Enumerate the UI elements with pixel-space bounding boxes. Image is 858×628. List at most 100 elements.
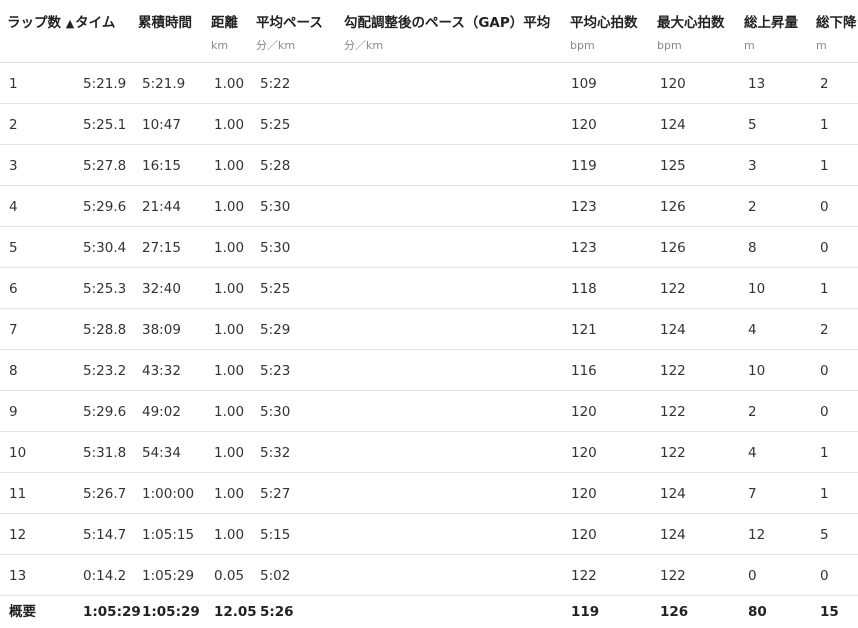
summary-lap-number: 概要 — [9, 604, 36, 620]
cell-lap-time: 5:27.8 — [83, 158, 127, 174]
table-row[interactable]: 12 5:14.7 1:05:15 1.00 5:15 120 124 12 5 — [0, 514, 858, 555]
summary-total-ascent: 80 — [748, 604, 767, 620]
table-row[interactable]: 1 5:21.9 5:21.9 1.00 5:22 109 120 13 2 — [0, 63, 858, 104]
header-time[interactable]: タイム — [75, 15, 115, 31]
table-row[interactable]: 8 5:23.2 43:32 1.00 5:23 116 122 10 0 — [0, 350, 858, 391]
table-row[interactable]: 2 5:25.1 10:47 1.00 5:25 120 124 5 1 — [0, 104, 858, 145]
header-cumulative-time[interactable]: 累積時間 — [138, 14, 192, 32]
cell-total-descent: 0 — [820, 240, 829, 256]
cell-total-ascent: 12 — [748, 527, 766, 543]
cell-cumulative-time: 38:09 — [142, 322, 181, 338]
cell-lap-number: 11 — [9, 486, 27, 502]
cell-total-ascent: 8 — [748, 240, 757, 256]
cell-total-ascent: 3 — [748, 158, 757, 174]
cell-distance: 1.00 — [214, 363, 245, 379]
laps-table: ラップ数 ▲タイム 累積時間 距離 km 平均ペース 分／km 勾配調整後のペー… — [0, 0, 858, 628]
cell-lap-time: 5:21.9 — [83, 76, 127, 92]
table-row[interactable]: 11 5:26.7 1:00:00 1.00 5:27 120 124 7 1 — [0, 473, 858, 514]
cell-cumulative-time: 10:47 — [142, 117, 181, 133]
cell-total-ascent: 4 — [748, 445, 757, 461]
header-avg-heart-rate[interactable]: 平均心拍数 bpm — [570, 14, 638, 52]
cell-distance: 1.00 — [214, 445, 245, 461]
cell-avg-heart-rate: 118 — [571, 281, 597, 297]
table-row[interactable]: 5 5:30.4 27:15 1.00 5:30 123 126 8 0 — [0, 227, 858, 268]
cell-lap-number: 3 — [9, 158, 18, 174]
cell-avg-heart-rate: 120 — [571, 117, 597, 133]
cell-lap-number: 4 — [9, 199, 18, 215]
header-lap-and-time[interactable]: ラップ数 ▲タイム — [7, 14, 115, 33]
cell-cumulative-time: 27:15 — [142, 240, 181, 256]
cell-distance: 1.00 — [214, 281, 245, 297]
table-row[interactable]: 13 0:14.2 1:05:29 0.05 5:02 122 122 0 0 — [0, 555, 858, 596]
table-header: ラップ数 ▲タイム 累積時間 距離 km 平均ペース 分／km 勾配調整後のペー… — [0, 0, 858, 63]
summary-avg-heart-rate: 119 — [571, 604, 600, 620]
header-total-ascent-unit: m — [744, 39, 755, 52]
cell-avg-heart-rate: 121 — [571, 322, 597, 338]
header-total-descent[interactable]: 総下降 m — [816, 14, 857, 52]
header-avg-pace[interactable]: 平均ペース 分／km — [256, 14, 323, 52]
summary-row: 概要 1:05:29 1:05:29 12.05 5:26 119 126 80 15 — [0, 596, 858, 628]
table-row[interactable]: 10 5:31.8 54:34 1.00 5:32 120 122 4 1 — [0, 432, 858, 473]
cell-total-descent: 1 — [820, 158, 829, 174]
header-max-heart-rate[interactable]: 最大心拍数 bpm — [657, 14, 725, 52]
table-row[interactable]: 4 5:29.6 21:44 1.00 5:30 123 126 2 0 — [0, 186, 858, 227]
cell-avg-pace: 5:22 — [260, 76, 291, 92]
cell-avg-pace: 5:15 — [260, 527, 291, 543]
cell-avg-pace: 5:30 — [260, 199, 291, 215]
cell-cumulative-time: 1:05:15 — [142, 527, 195, 543]
summary-cumulative-time: 1:05:29 — [142, 604, 200, 620]
cell-total-ascent: 10 — [748, 281, 766, 297]
cell-lap-time: 5:30.4 — [83, 240, 127, 256]
table-row[interactable]: 7 5:28.8 38:09 1.00 5:29 121 124 4 2 — [0, 309, 858, 350]
summary-max-heart-rate: 126 — [660, 604, 689, 620]
cell-avg-heart-rate: 109 — [571, 76, 597, 92]
header-distance[interactable]: 距離 km — [211, 14, 238, 52]
table-row[interactable]: 6 5:25.3 32:40 1.00 5:25 118 122 10 1 — [0, 268, 858, 309]
cell-avg-pace: 5:28 — [260, 158, 291, 174]
cell-lap-number: 12 — [9, 527, 27, 543]
cell-lap-number: 9 — [9, 404, 18, 420]
header-gap-pace[interactable]: 勾配調整後のペース（GAP）平均 分／km — [344, 14, 550, 52]
cell-avg-pace: 5:32 — [260, 445, 291, 461]
cell-max-heart-rate: 120 — [660, 76, 686, 92]
table-row[interactable]: 3 5:27.8 16:15 1.00 5:28 119 125 3 1 — [0, 145, 858, 186]
cell-total-ascent: 2 — [748, 199, 757, 215]
cell-max-heart-rate: 124 — [660, 527, 686, 543]
cell-lap-time: 5:25.3 — [83, 281, 127, 297]
header-gap-pace-unit: 分／km — [344, 39, 384, 52]
cell-cumulative-time: 49:02 — [142, 404, 181, 420]
cell-cumulative-time: 21:44 — [142, 199, 181, 215]
cell-max-heart-rate: 125 — [660, 158, 686, 174]
cell-cumulative-time: 5:21.9 — [142, 76, 186, 92]
cell-lap-time: 5:29.6 — [83, 199, 127, 215]
table-row[interactable]: 9 5:29.6 49:02 1.00 5:30 120 122 2 0 — [0, 391, 858, 432]
cell-avg-pace: 5:30 — [260, 240, 291, 256]
cell-total-descent: 0 — [820, 404, 829, 420]
cell-avg-pace: 5:29 — [260, 322, 291, 338]
cell-avg-pace: 5:27 — [260, 486, 291, 502]
cell-distance: 1.00 — [214, 527, 245, 543]
cell-lap-number: 5 — [9, 240, 18, 256]
cell-total-ascent: 0 — [748, 568, 757, 584]
cell-lap-time: 5:31.8 — [83, 445, 127, 461]
header-lap[interactable]: ラップ数 — [7, 15, 61, 31]
header-total-ascent[interactable]: 総上昇量 m — [744, 14, 798, 52]
header-avg-pace-unit: 分／km — [256, 39, 296, 52]
cell-lap-time: 5:14.7 — [83, 527, 127, 543]
summary-avg-pace: 5:26 — [260, 604, 294, 620]
cell-cumulative-time: 32:40 — [142, 281, 181, 297]
cell-max-heart-rate: 124 — [660, 117, 686, 133]
cell-max-heart-rate: 122 — [660, 404, 686, 420]
sort-ascending-icon: ▲ — [65, 17, 75, 30]
cell-avg-pace: 5:23 — [260, 363, 291, 379]
cell-avg-pace: 5:25 — [260, 281, 291, 297]
cell-total-ascent: 2 — [748, 404, 757, 420]
cell-lap-number: 13 — [9, 568, 27, 584]
cell-total-descent: 1 — [820, 281, 829, 297]
cell-cumulative-time: 43:32 — [142, 363, 181, 379]
cell-cumulative-time: 16:15 — [142, 158, 181, 174]
cell-distance: 1.00 — [214, 240, 245, 256]
cell-max-heart-rate: 124 — [660, 486, 686, 502]
cell-avg-pace: 5:02 — [260, 568, 291, 584]
cell-avg-heart-rate: 120 — [571, 404, 597, 420]
